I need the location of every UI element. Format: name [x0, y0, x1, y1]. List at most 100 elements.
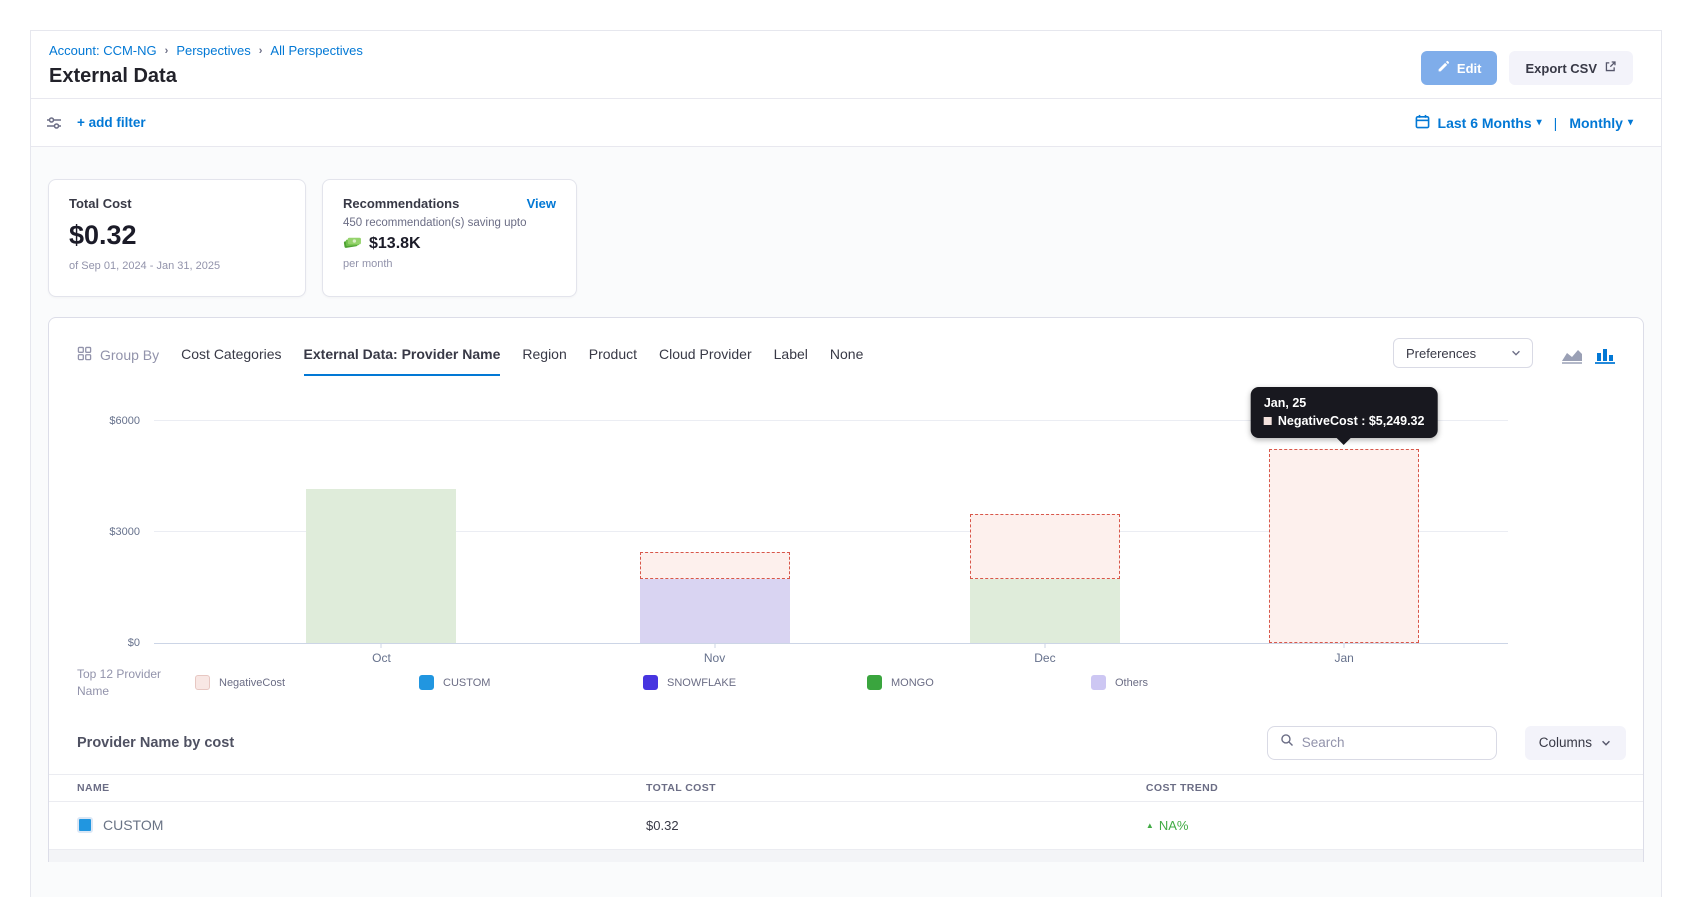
trend-up-icon: ▲ [1146, 821, 1154, 830]
legend-item-snowflake[interactable]: SNOWFLAKE [643, 675, 867, 690]
y-axis-label: $3000 [109, 526, 140, 538]
breadcrumb-all-perspectives[interactable]: All Perspectives [270, 43, 362, 58]
edit-button[interactable]: Edit [1421, 51, 1498, 85]
add-filter-button[interactable]: + add filter [77, 115, 146, 130]
legend-swatch [195, 675, 210, 690]
x-axis-tick [714, 643, 715, 648]
pencil-icon [1437, 60, 1450, 76]
tooltip-series-row: NegativeCost : $5,249.32 [1264, 414, 1425, 428]
preferences-dropdown[interactable]: Preferences [1393, 338, 1533, 368]
tab-label[interactable]: Label [774, 346, 808, 376]
recommendations-card: Recommendations View 450 recommendation(… [322, 179, 577, 297]
x-axis-label: Dec [1034, 651, 1055, 665]
legend-title: Top 12 Provider Name [77, 666, 177, 700]
tooltip-value: NegativeCost : $5,249.32 [1278, 414, 1425, 428]
chevron-right-icon: › [165, 45, 169, 57]
table-header-row: NAME TOTAL COST COST TREND [49, 774, 1643, 802]
chevron-right-icon: › [259, 45, 263, 57]
tooltip-swatch [1264, 417, 1272, 425]
column-header-name[interactable]: NAME [77, 782, 646, 794]
search-icon [1280, 733, 1294, 752]
provider-color-swatch [77, 817, 93, 833]
x-axis-tick [1044, 643, 1045, 648]
edit-button-label: Edit [1457, 61, 1482, 76]
columns-button[interactable]: Columns [1525, 726, 1626, 760]
total-cost-label: Total Cost [69, 196, 285, 211]
export-csv-label: Export CSV [1525, 61, 1597, 76]
tab-cloud-provider[interactable]: Cloud Provider [659, 346, 752, 376]
bar-segment-snowflake-nov[interactable] [640, 579, 790, 643]
legend-swatch [419, 675, 434, 690]
recommendations-label: Recommendations [343, 196, 459, 211]
filter-settings-icon[interactable] [45, 114, 63, 132]
chart-table-card: Group By Cost Categories External Data: … [48, 317, 1644, 862]
tab-cost-categories[interactable]: Cost Categories [181, 346, 281, 376]
time-range-value: Last 6 Months [1438, 115, 1532, 131]
search-box[interactable] [1267, 726, 1497, 760]
perspective-page: Account: CCM-NG › Perspectives › All Per… [30, 30, 1662, 897]
tab-product[interactable]: Product [589, 346, 637, 376]
bar-chart-icon[interactable] [1595, 347, 1615, 364]
chart-legend: Top 12 Provider Name NegativeCost CUSTOM… [49, 644, 1643, 700]
breadcrumb-perspectives[interactable]: Perspectives [176, 43, 250, 58]
bar-segment-negativecost-nov[interactable] [640, 552, 790, 579]
x-axis-label: Jan [1334, 651, 1353, 665]
legend-swatch [643, 675, 658, 690]
x-axis-label: Oct [372, 651, 391, 665]
calendar-icon [1415, 114, 1430, 132]
table-row[interactable]: CUSTOM $0.32 ▲ NA% [49, 802, 1643, 850]
tab-external-data-provider-name[interactable]: External Data: Provider Name [304, 346, 501, 376]
cost-chart: $0$3000$6000OctNovDecJanJan, 25NegativeC… [49, 422, 1508, 644]
x-axis-tick [1344, 643, 1345, 648]
x-axis-tick [381, 643, 382, 648]
legend-item-custom[interactable]: CUSTOM [419, 675, 643, 690]
divider: | [1554, 115, 1558, 131]
export-csv-button[interactable]: Export CSV [1509, 51, 1633, 85]
bar-segment-negativecost-dec[interactable] [970, 514, 1120, 580]
chevron-down-icon [1600, 737, 1612, 749]
time-range-dropdown[interactable]: Last 6 Months ▾ [1438, 115, 1542, 131]
granularity-dropdown[interactable]: Monthly ▾ [1569, 115, 1633, 131]
row-total-cost: $0.32 [646, 818, 1146, 833]
content-area: Total Cost $0.32 of Sep 01, 2024 - Jan 3… [31, 147, 1661, 897]
filter-bar: + add filter Last 6 Months ▾ | Monthly ▾ [31, 99, 1661, 147]
area-chart-icon[interactable] [1561, 347, 1583, 364]
tab-region[interactable]: Region [522, 346, 566, 376]
recommendations-count-text: 450 recommendation(s) saving upto [343, 217, 556, 229]
bar-segment-mongo-oct[interactable] [306, 489, 456, 643]
breadcrumb-account[interactable]: Account: CCM-NG [49, 43, 157, 58]
chevron-down-icon [1510, 347, 1522, 359]
legend-item-mongo[interactable]: MONGO [867, 675, 1091, 690]
total-cost-value: $0.32 [69, 220, 285, 251]
table-title: Provider Name by cost [77, 735, 234, 751]
bar-segment-negativecost-jan[interactable] [1269, 449, 1419, 643]
total-cost-card: Total Cost $0.32 of Sep 01, 2024 - Jan 3… [48, 179, 306, 297]
total-cost-period: of Sep 01, 2024 - Jan 31, 2025 [69, 260, 285, 272]
legend-swatch [867, 675, 882, 690]
savings-value: $13.8K [369, 235, 421, 253]
legend-item-negativecost[interactable]: NegativeCost [195, 675, 419, 690]
search-input[interactable] [1302, 735, 1484, 750]
legend-item-others[interactable]: Others [1091, 675, 1315, 690]
row-name-cell[interactable]: CUSTOM [77, 817, 646, 833]
grid-icon [77, 346, 92, 364]
bar-segment-mongo-dec[interactable] [970, 579, 1120, 643]
next-row-partial [49, 850, 1643, 862]
group-by-label: Group By [77, 346, 159, 376]
column-header-cost-trend[interactable]: COST TREND [1146, 782, 1615, 794]
granularity-value: Monthly [1569, 115, 1623, 131]
savings-period: per month [343, 258, 556, 270]
row-cost-trend: ▲ NA% [1146, 818, 1615, 833]
y-axis-label: $6000 [109, 415, 140, 427]
tab-none[interactable]: None [830, 346, 863, 376]
caret-down-icon: ▾ [1537, 117, 1542, 128]
legend-swatch [1091, 675, 1106, 690]
column-header-total-cost[interactable]: TOTAL COST [646, 782, 1146, 794]
group-by-row: Group By Cost Categories External Data: … [49, 318, 1643, 376]
breadcrumb: Account: CCM-NG › Perspectives › All Per… [49, 43, 363, 58]
chart-tooltip: Jan, 25 NegativeCost : $5,249.32 [1251, 387, 1438, 438]
view-recommendations-link[interactable]: View [527, 196, 556, 211]
provider-cost-table: NAME TOTAL COST COST TREND CUSTOM $0.32 … [49, 774, 1643, 862]
summary-cards: Total Cost $0.32 of Sep 01, 2024 - Jan 3… [48, 179, 1644, 297]
tooltip-title: Jan, 25 [1264, 396, 1425, 410]
